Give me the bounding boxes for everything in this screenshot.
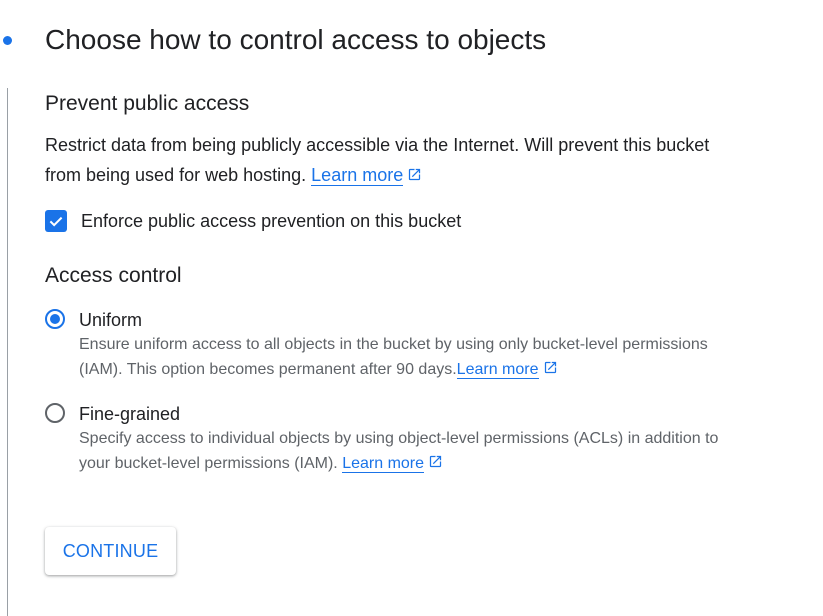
step-title: Choose how to control access to objects — [45, 24, 547, 55]
fine-grained-option-title: Fine-grained — [79, 404, 181, 424]
prevent-public-access-learn-more-link[interactable]: Learn more — [311, 165, 404, 186]
access-control-option-fine-grained[interactable]: Fine-grained Specify access to individua… — [45, 402, 745, 476]
enforce-public-access-prevention-label: Enforce public access prevention on this… — [81, 210, 462, 231]
external-link-icon[interactable] — [428, 454, 443, 469]
uniform-option-text: Uniform Ensure uniform access to all obj… — [79, 308, 745, 382]
fine-grained-learn-more-link[interactable]: Learn more — [342, 455, 425, 473]
fine-grained-option-text: Fine-grained Specify access to individua… — [79, 402, 745, 476]
uniform-radio-button[interactable] — [45, 309, 65, 329]
prevent-public-access-description: Restrict data from being publicly access… — [45, 130, 745, 190]
radio-selected-dot-icon — [50, 314, 60, 324]
fine-grained-option-description: Specify access to individual objects by … — [79, 426, 745, 476]
fine-grained-radio-button[interactable] — [45, 403, 65, 423]
prevent-public-access-heading: Prevent public access — [45, 92, 250, 115]
uniform-learn-more-link[interactable]: Learn more — [456, 361, 539, 379]
uniform-option-description: Ensure uniform access to all objects in … — [79, 332, 745, 382]
step-content: Prevent public access Restrict data from… — [45, 90, 745, 476]
access-control-option-uniform[interactable]: Uniform Ensure uniform access to all obj… — [45, 308, 745, 382]
checkmark-icon — [49, 216, 63, 227]
access-control-heading: Access control — [45, 264, 182, 287]
external-link-icon[interactable] — [407, 167, 422, 182]
uniform-option-title: Uniform — [79, 310, 143, 330]
step-indicator-dot-icon — [3, 36, 12, 45]
step-connector-line — [7, 88, 8, 616]
enforce-public-access-prevention-row[interactable]: Enforce public access prevention on this… — [45, 208, 745, 234]
enforce-public-access-prevention-checkbox[interactable] — [45, 210, 67, 232]
uniform-option-description-text: Ensure uniform access to all objects in … — [79, 336, 708, 378]
continue-button[interactable]: CONTINUE — [45, 527, 176, 575]
external-link-icon[interactable] — [543, 360, 558, 375]
